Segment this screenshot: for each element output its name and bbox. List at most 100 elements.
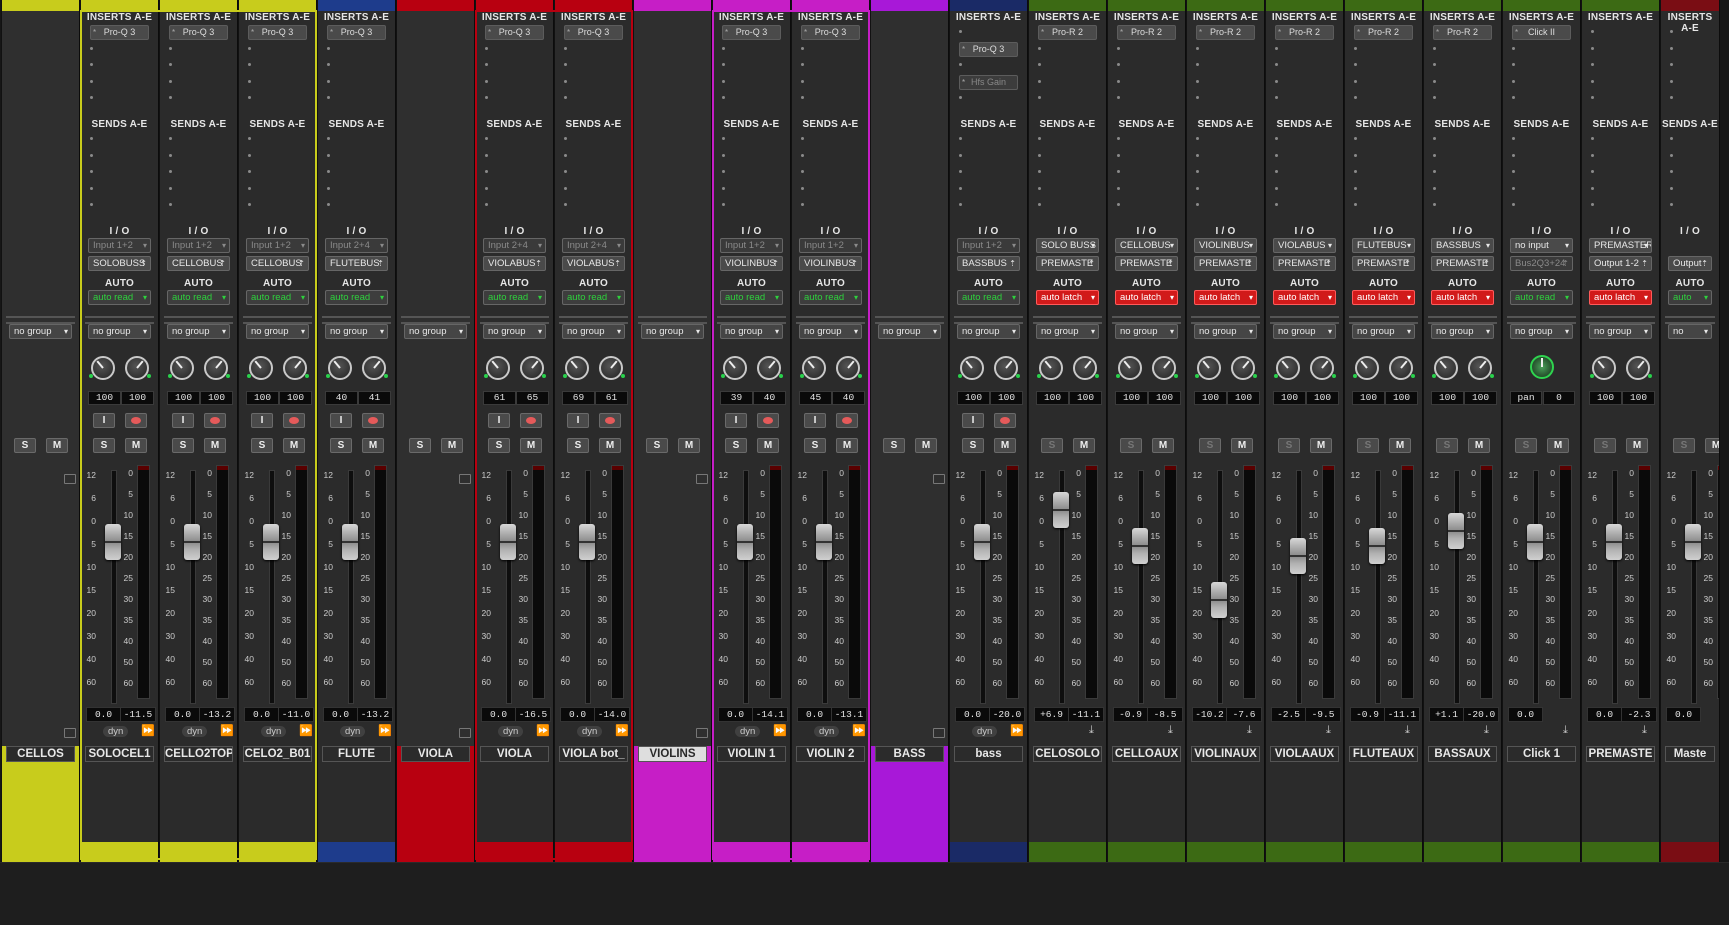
send-slot[interactable] [1428,164,1497,181]
insert-slot[interactable] [796,57,865,74]
automation-mode-selector[interactable]: auto ▾ [1668,290,1712,305]
send-slot[interactable] [1349,148,1418,165]
input-selector[interactable]: SOLO BUSS ▾ [1036,238,1099,253]
mute-button[interactable]: M [441,438,463,453]
insert-slot[interactable] [796,41,865,58]
pan-knob-right[interactable] [994,356,1020,380]
volume-readout[interactable]: 0.0 [1508,707,1543,722]
insert-slot[interactable] [1349,57,1418,74]
send-slot[interactable] [717,131,786,148]
volume-readout[interactable]: 0.0 [86,707,121,722]
input-selector[interactable]: Input 1+2 ▾ [720,238,783,253]
plugin-insert-button[interactable]: Pro-R 2 * [1117,25,1176,40]
volume-fader[interactable] [1290,538,1306,575]
insert-slot[interactable]: Pro-R 2 * [1191,24,1260,41]
pan-value-left[interactable]: 100 [1589,391,1622,405]
mute-button[interactable]: M [1468,438,1490,453]
send-slot[interactable] [1586,181,1655,198]
send-slot[interactable] [480,164,549,181]
playlist-arrow-icon[interactable]: ⏩ [378,724,392,737]
volume-fader[interactable] [737,524,753,560]
pan-value-left[interactable]: 100 [1431,391,1464,405]
solo-button[interactable]: S [646,438,668,453]
output-selector[interactable]: VIOLINBUS ⇡ [799,256,862,271]
clip-indicator[interactable] [1323,466,1334,470]
folder-collapse-icon[interactable] [933,474,945,484]
insert-slot[interactable] [1270,41,1339,58]
plugin-insert-button[interactable]: Pro-Q 3 * [169,25,228,40]
send-slot[interactable] [954,148,1023,165]
insert-slot[interactable] [1033,57,1102,74]
volume-readout[interactable]: 0.0 [560,707,595,722]
send-slot[interactable] [1428,181,1497,198]
solo-button[interactable]: S [172,438,194,453]
automation-mode-selector[interactable]: auto read ▾ [325,290,388,305]
playlist-arrow-icon[interactable]: ⏩ [773,724,787,737]
automation-mode-selector[interactable]: auto read ▾ [1510,290,1573,305]
input-selector[interactable]: Input 1+2 ▾ [246,238,309,253]
volume-fader[interactable] [579,524,595,560]
insert-slot[interactable] [243,41,312,58]
peak-readout[interactable]: -8.5 [1147,707,1183,722]
send-slot[interactable] [1191,131,1260,148]
solo-button[interactable]: S [409,438,431,453]
solo-button[interactable]: S [1199,438,1221,453]
plugin-insert-button[interactable]: Pro-Q 3 * [801,25,860,40]
pan-value-right[interactable]: 100 [1385,391,1418,405]
pan-knob-left[interactable] [1432,356,1458,380]
mute-button[interactable]: M [836,438,858,453]
input-selector[interactable]: Input 2+4 ▾ [483,238,546,253]
automation-mode-selector[interactable]: auto latch ▾ [1431,290,1494,305]
solo-button[interactable]: S [1436,438,1458,453]
automation-mode-selector[interactable]: auto read ▾ [246,290,309,305]
pan-value-left[interactable]: 39 [720,391,753,405]
pan-value-left[interactable]: 100 [957,391,990,405]
input-selector[interactable]: Input 2+4 ▾ [325,238,388,253]
pan-value-left[interactable]: 100 [1036,391,1069,405]
solo-button[interactable]: S [488,438,510,453]
plugin-insert-button[interactable]: Pro-Q 3 * [564,25,623,40]
output-arrow-icon[interactable]: ⤓ [1326,724,1331,737]
pan-knob-left[interactable] [1037,356,1063,380]
send-slot[interactable] [1033,131,1102,148]
record-enable-button[interactable] [836,413,858,428]
pan-knob-left[interactable] [721,356,747,380]
insert-slot[interactable] [717,74,786,91]
mute-button[interactable]: M [1152,438,1174,453]
record-enable-button[interactable] [757,413,779,428]
insert-slot[interactable] [1112,74,1181,91]
mute-button[interactable]: M [1310,438,1332,453]
send-slot[interactable] [1428,148,1497,165]
send-slot[interactable] [1586,131,1655,148]
insert-slot[interactable] [1270,74,1339,91]
folder-collapse-icon[interactable] [459,474,471,484]
group-selector[interactable]: no group ▾ [878,324,941,339]
volume-readout[interactable]: 0.0 [165,707,200,722]
peak-readout[interactable]: -7.6 [1226,707,1262,722]
plugin-insert-button[interactable]: Pro-Q 3 * [248,25,307,40]
peak-readout[interactable]: -13.2 [357,707,393,722]
insert-slot[interactable] [1191,57,1260,74]
group-selector[interactable]: no group ▾ [562,324,625,339]
plugin-insert-button[interactable]: Hfs Gain * [959,74,1018,90]
group-selector[interactable]: no group ▾ [1431,324,1494,339]
solo-button[interactable]: S [330,438,352,453]
mute-button[interactable]: M [915,438,937,453]
send-slot[interactable] [559,164,628,181]
solo-button[interactable]: S [883,438,905,453]
insert-slot[interactable] [559,57,628,74]
automation-mode-selector[interactable]: auto read ▾ [167,290,230,305]
send-slot[interactable] [954,181,1023,198]
mute-button[interactable]: M [1547,438,1569,453]
insert-slot[interactable]: Pro-Q 3 * [243,24,312,41]
pan-value-right[interactable]: 100 [1227,391,1260,405]
pan-knob-left[interactable] [1195,356,1221,380]
insert-slot[interactable] [243,57,312,74]
send-slot[interactable] [243,131,312,148]
output-arrow-icon[interactable]: ⤓ [1405,724,1410,737]
group-selector[interactable]: no group ▾ [1273,324,1336,339]
output-selector[interactable]: BASSBUS ⇡ [957,256,1020,271]
peak-readout[interactable]: -20.0 [989,707,1025,722]
group-selector[interactable]: no group ▾ [1115,324,1178,339]
clip-indicator[interactable] [1481,466,1492,470]
